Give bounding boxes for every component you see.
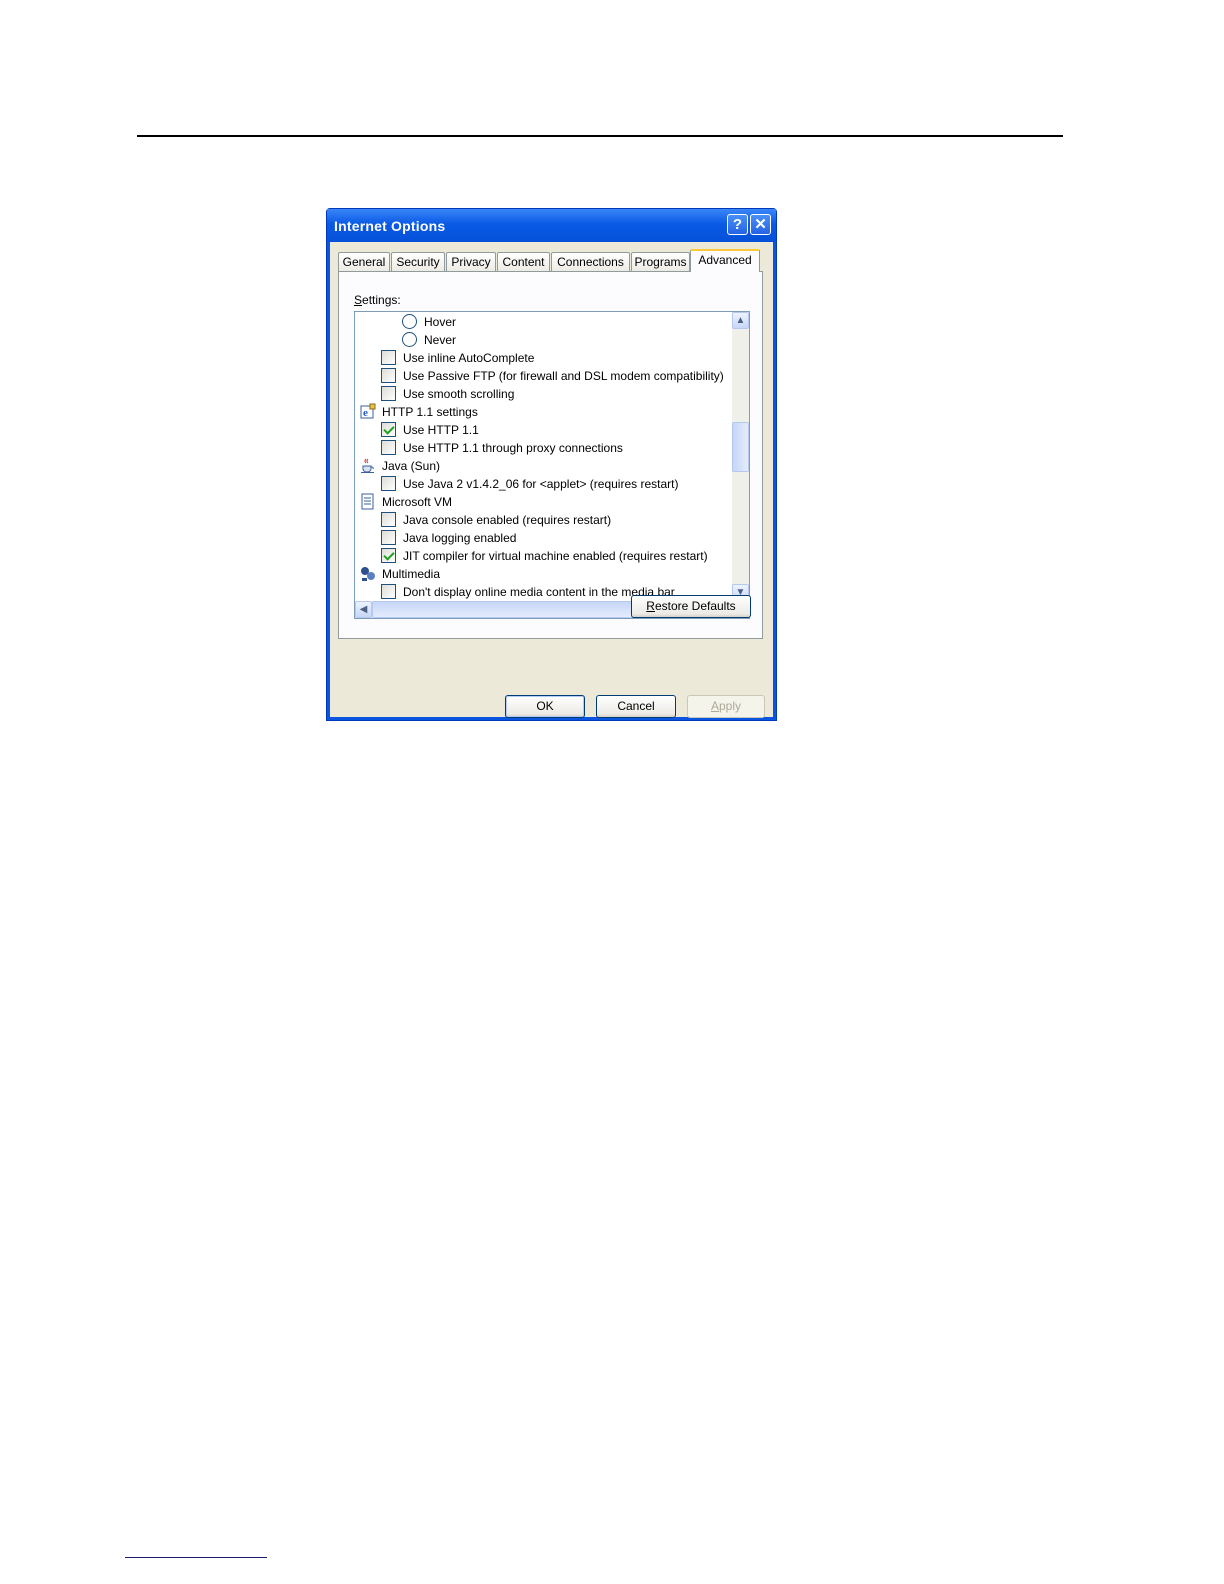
help-button[interactable]: ? — [727, 214, 748, 235]
checkbox-label: Use inline AutoComplete — [403, 351, 535, 365]
close-button[interactable]: ✕ — [750, 214, 771, 235]
checkbox-label: Use HTTP 1.1 through proxy connections — [403, 441, 623, 455]
checkbox[interactable] — [381, 350, 396, 365]
checkbox[interactable] — [381, 368, 396, 383]
radio-label: Never — [424, 333, 457, 347]
category-label: Java (Sun) — [382, 459, 441, 473]
checkbox[interactable] — [381, 386, 396, 401]
setting-checkbox-row[interactable]: Use HTTP 1.1 through proxy connections — [355, 439, 732, 457]
tab-content[interactable]: Content — [497, 252, 550, 271]
settings-list[interactable]: Hover Never Use inline AutoComplete Use Pas… — [354, 311, 750, 619]
dialog-body: General Security Privacy Content Connect… — [330, 242, 773, 718]
tab-general[interactable]: General — [338, 252, 390, 271]
radio-label: Hover — [424, 315, 457, 329]
category-label: HTTP 1.1 settings — [382, 405, 478, 419]
ie-settings-icon: e — [359, 403, 377, 420]
setting-checkbox-row[interactable]: Java logging enabled — [355, 529, 732, 547]
advanced-tab-panel: Settings: Hover Never Use inline AutoCompl… — [338, 271, 763, 639]
radio-button[interactable] — [402, 314, 417, 329]
setting-category-row: e HTTP 1.1 settings — [355, 403, 732, 421]
setting-checkbox-row[interactable]: Use inline AutoComplete — [355, 349, 732, 367]
checkbox-label: Java logging enabled — [403, 531, 517, 545]
page-header-rule — [137, 135, 1063, 137]
scroll-left-icon[interactable]: ◀ — [355, 601, 372, 618]
tab-privacy[interactable]: Privacy — [446, 252, 496, 271]
ok-button[interactable]: OK — [505, 695, 585, 718]
footnote-rule — [125, 1557, 267, 1558]
checkbox[interactable] — [381, 530, 396, 545]
restore-defaults-button[interactable]: Restore Defaults — [631, 595, 751, 618]
setting-checkbox-row[interactable]: Use HTTP 1.1 — [355, 421, 732, 439]
tab-security[interactable]: Security — [391, 252, 445, 271]
category-label: Microsoft VM — [382, 495, 453, 509]
checkbox[interactable] — [381, 512, 396, 527]
checkbox-label: Use Java 2 v1.4.2_06 for <applet> (requi… — [403, 477, 679, 491]
checkbox[interactable] — [381, 584, 396, 599]
checkbox-label: Use smooth scrolling — [403, 387, 515, 401]
internet-options-dialog: Internet Options ? ✕ General Security Pr… — [326, 208, 777, 721]
checkbox-label: Java console enabled (requires restart) — [403, 513, 612, 527]
setting-checkbox-row[interactable]: Use Passive FTP (for firewall and DSL mo… — [355, 367, 732, 385]
svg-text:e: e — [363, 407, 368, 419]
setting-checkbox-row[interactable]: JIT compiler for virtual machine enabled… — [355, 547, 732, 565]
vertical-scroll-thumb[interactable] — [732, 422, 749, 472]
tab-advanced[interactable]: Advanced — [690, 249, 760, 272]
settings-label: Settings: — [354, 293, 401, 307]
checkbox[interactable] — [381, 476, 396, 491]
vertical-scrollbar[interactable]: ▲ ▼ — [732, 312, 749, 601]
setting-checkbox-row[interactable]: Java console enabled (requires restart) — [355, 511, 732, 529]
checkbox[interactable] — [381, 422, 396, 437]
radio-button[interactable] — [402, 332, 417, 347]
checkbox[interactable] — [381, 440, 396, 455]
setting-radio-row[interactable]: Hover — [355, 313, 732, 331]
category-label: Multimedia — [382, 567, 441, 581]
document-icon — [359, 493, 377, 510]
checkbox-label: JIT compiler for virtual machine enabled… — [403, 549, 708, 563]
multimedia-icon — [359, 565, 377, 582]
tab-connections[interactable]: Connections — [551, 252, 630, 271]
horizontal-scroll-thumb[interactable] — [372, 601, 662, 618]
tab-programs[interactable]: Programs — [631, 252, 690, 271]
scroll-up-icon[interactable]: ▲ — [732, 312, 749, 329]
checkbox-label: Use Passive FTP (for firewall and DSL mo… — [403, 369, 724, 383]
title-bar[interactable]: Internet Options ? ✕ — [327, 209, 776, 242]
setting-checkbox-row[interactable]: Use smooth scrolling — [355, 385, 732, 403]
window-title: Internet Options — [334, 218, 446, 234]
setting-category-row: Java (Sun) — [355, 457, 732, 475]
cancel-button[interactable]: Cancel — [596, 695, 676, 718]
checkbox[interactable] — [381, 548, 396, 563]
checkbox-label: Use HTTP 1.1 — [403, 423, 479, 437]
setting-radio-row[interactable]: Never — [355, 331, 732, 349]
setting-category-row: Microsoft VM — [355, 493, 732, 511]
setting-category-row: Multimedia — [355, 565, 732, 583]
java-cup-icon — [359, 457, 377, 474]
setting-checkbox-row[interactable]: Use Java 2 v1.4.2_06 for <applet> (requi… — [355, 475, 732, 493]
apply-button[interactable]: Apply — [687, 695, 765, 718]
